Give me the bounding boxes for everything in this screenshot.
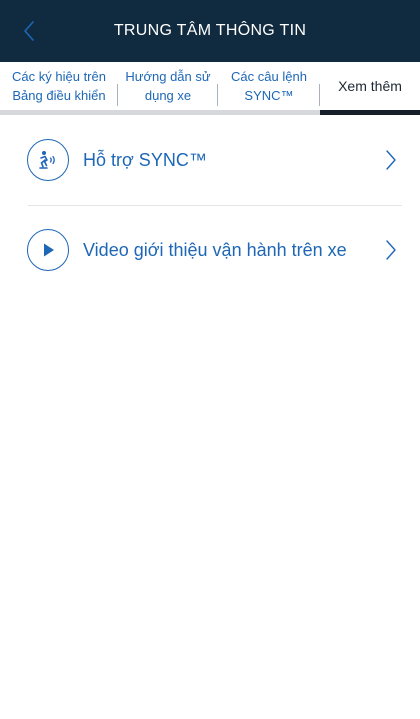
tab-dashboard-symbols[interactable]: Các ký hiệu trên Bảng điều khiển (0, 62, 118, 110)
tab-sync-commands[interactable]: Các câu lệnh SYNC™ (218, 62, 320, 110)
app-header: TRUNG TÂM THÔNG TIN (0, 0, 420, 62)
item-icon-circle (27, 139, 69, 181)
tab-label: Xem thêm (338, 77, 402, 94)
item-icon-circle (27, 229, 69, 271)
list-item-vehicle-video[interactable]: Video giới thiệu vận hành trên xe (0, 205, 420, 295)
tab-label: Các câu lệnh SYNC™ (231, 69, 307, 103)
play-icon (44, 243, 54, 257)
page-title: TRUNG TÂM THÔNG TIN (113, 22, 307, 39)
tab-label: Các ký hiệu trên Bảng điều khiển (12, 69, 106, 103)
tab-label: Hướng dẫn sử dụng xe (125, 69, 211, 103)
item-label: Hỗ trợ SYNC™ (83, 149, 207, 170)
chevron-right-icon (384, 149, 398, 171)
list-item-sync-support[interactable]: Hỗ trợ SYNC™ (0, 115, 420, 205)
tab-more[interactable]: Xem thêm (320, 62, 420, 110)
item-label: Video giới thiệu vận hành trên xe (83, 239, 347, 260)
tab-vehicle-guide[interactable]: Hướng dẫn sử dụng xe (118, 62, 218, 110)
more-list: Hỗ trợ SYNC™ Video giới thiệu vận hành t… (0, 115, 420, 295)
chevron-left-icon (24, 21, 34, 41)
chevron-right-icon (384, 239, 398, 261)
back-button[interactable] (14, 16, 44, 46)
voice-assist-icon (39, 151, 55, 169)
tab-bar: Các ký hiệu trên Bảng điều khiển Hướng d… (0, 62, 420, 110)
info-center-screen: TRUNG TÂM THÔNG TIN Các ký hiệu trên Bản… (0, 0, 420, 719)
